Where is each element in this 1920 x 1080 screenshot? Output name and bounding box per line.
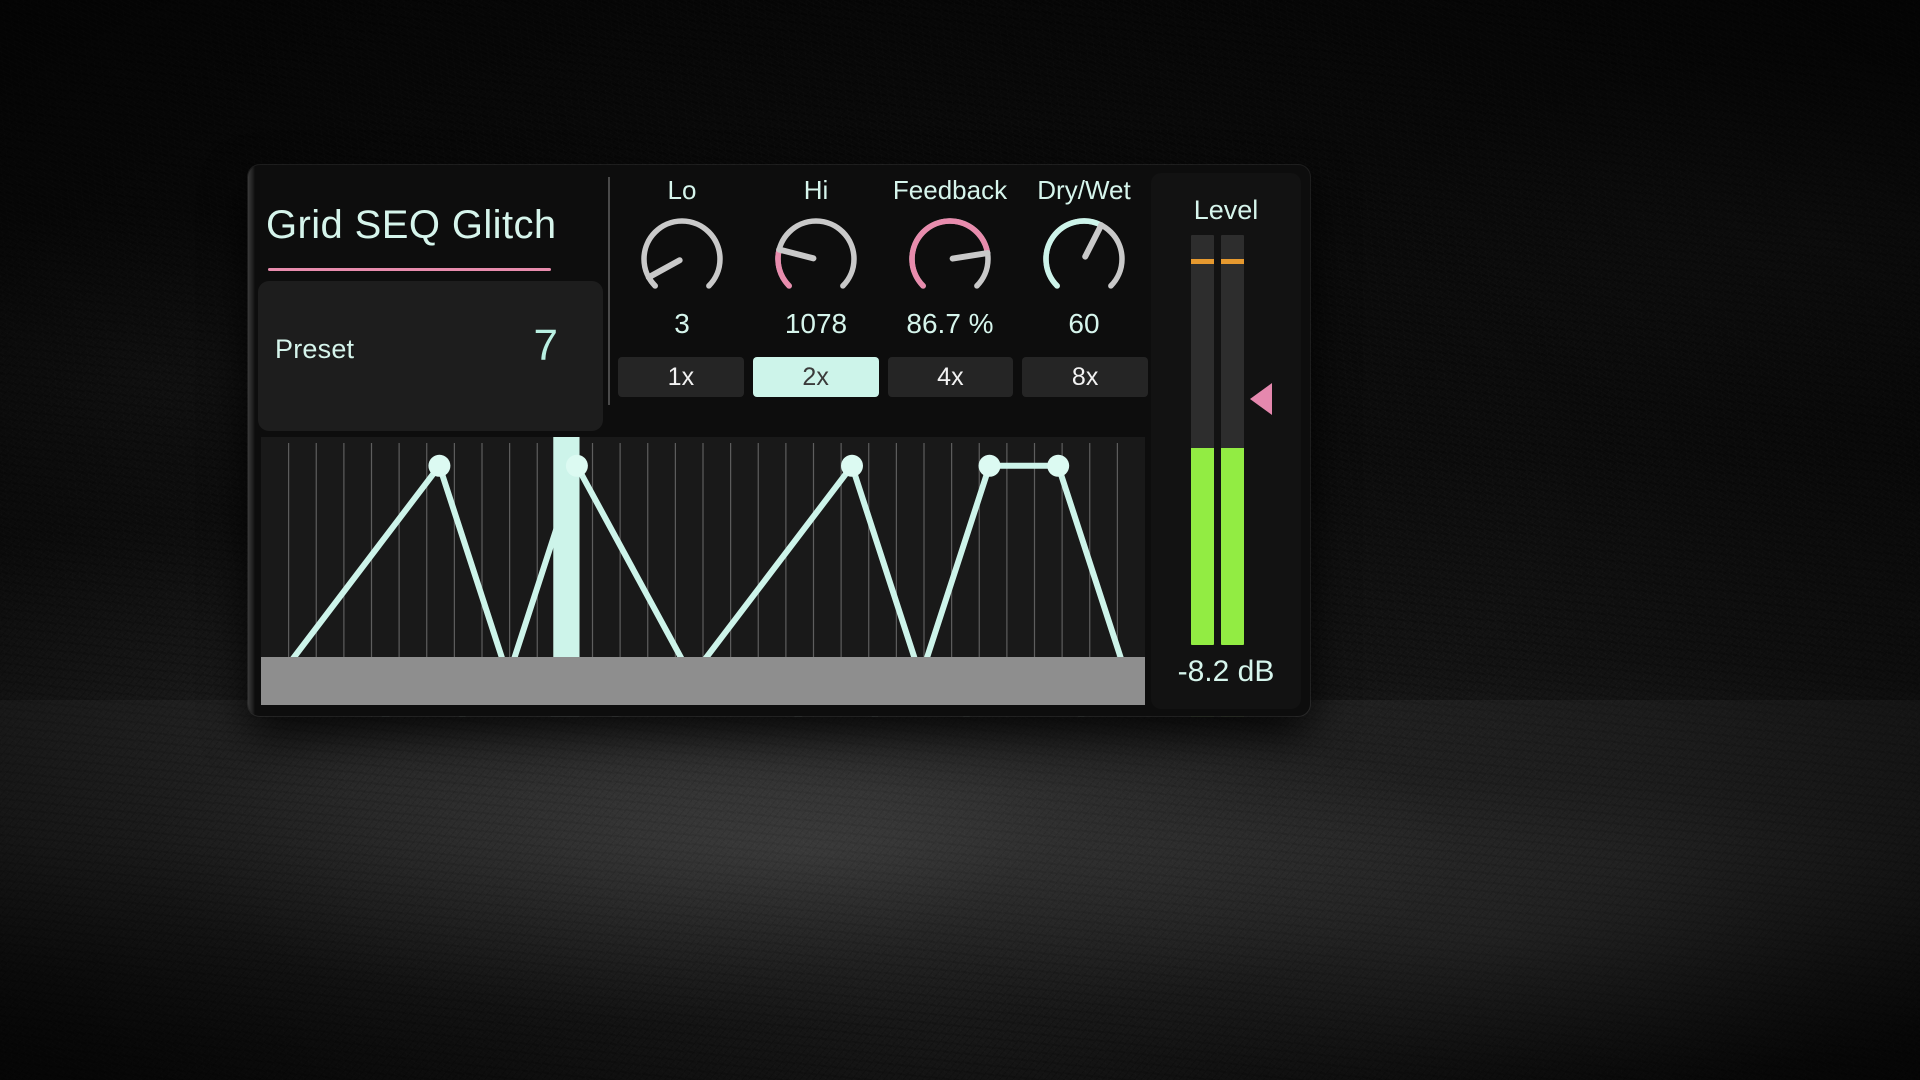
- knob-lo[interactable]: Lo 3: [618, 175, 746, 355]
- meter-peak-hold-line: [1191, 258, 1214, 264]
- plugin-panel: Grid SEQ Glitch Preset 7 Lo 3 Hi 1078 Feedba…: [248, 165, 1310, 716]
- preset-panel[interactable]: Preset 7: [258, 281, 603, 431]
- plugin-title: Grid SEQ Glitch: [266, 203, 557, 247]
- sequencer-node-handle[interactable]: [1047, 454, 1070, 477]
- sequencer-node-handle[interactable]: [565, 454, 588, 477]
- sequencer-node-handle[interactable]: [841, 454, 863, 477]
- knob-dial[interactable]: [1038, 213, 1130, 305]
- multiplier-button-8x[interactable]: 8x: [1022, 357, 1148, 397]
- preset-value[interactable]: 7: [534, 321, 558, 371]
- preset-label: Preset: [275, 334, 355, 364]
- sequencer-baseline-band: [261, 657, 1145, 705]
- step-sequencer-grid[interactable]: [261, 437, 1145, 705]
- knob-value-arc: [775, 246, 792, 289]
- sequencer-node-handle[interactable]: [428, 454, 451, 477]
- multiplier-button-2x[interactable]: 2x: [752, 357, 879, 397]
- knob-label: Dry/Wet: [1037, 175, 1131, 205]
- knob-feedback[interactable]: Feedback 86.7 %: [886, 175, 1014, 355]
- divider-left: [608, 177, 610, 405]
- knob-pointer: [645, 257, 683, 281]
- level-meter-panel: Level -8.2 dB: [1151, 173, 1301, 709]
- knob-value: 60: [1068, 308, 1100, 339]
- title-underline-rule: [268, 268, 551, 271]
- knob-hi[interactable]: Hi 1078: [752, 175, 880, 355]
- meter-fill: [1221, 448, 1244, 645]
- meter-fill: [1191, 448, 1214, 645]
- knob-pointer: [776, 246, 817, 262]
- level-db-readout: -8.2 dB: [1177, 655, 1275, 688]
- knob-dial[interactable]: [770, 213, 862, 305]
- knob-value-arc: [1043, 218, 1104, 289]
- sequencer-node-handle[interactable]: [978, 454, 1001, 477]
- multiplier-button-1x[interactable]: 1x: [618, 357, 744, 397]
- knob-dial[interactable]: [904, 213, 996, 305]
- knob-label: Hi: [803, 175, 829, 205]
- title-block: Grid SEQ Glitch: [266, 183, 603, 297]
- level-meter-label: Level: [1193, 195, 1259, 225]
- panel-left-bevel: [248, 165, 255, 716]
- level-meter-bars: [1191, 235, 1244, 645]
- knob-pointer: [1082, 222, 1105, 260]
- knob-pointer: [949, 250, 991, 262]
- meter-channel-left: [1191, 235, 1214, 645]
- knob-label: Lo: [667, 175, 697, 205]
- knob-dial[interactable]: [636, 213, 728, 305]
- multiplier-button-4x[interactable]: 4x: [887, 357, 1014, 397]
- knob-label: Feedback: [892, 175, 1008, 205]
- meter-channel-right: [1221, 235, 1244, 645]
- knob-dry-wet[interactable]: Dry/Wet 60: [1020, 175, 1148, 355]
- level-threshold-marker-icon[interactable]: [1250, 383, 1272, 415]
- meter-peak-hold-line: [1221, 258, 1244, 264]
- multiplier-button-row: 1x 2x 4x 8x: [618, 357, 1148, 397]
